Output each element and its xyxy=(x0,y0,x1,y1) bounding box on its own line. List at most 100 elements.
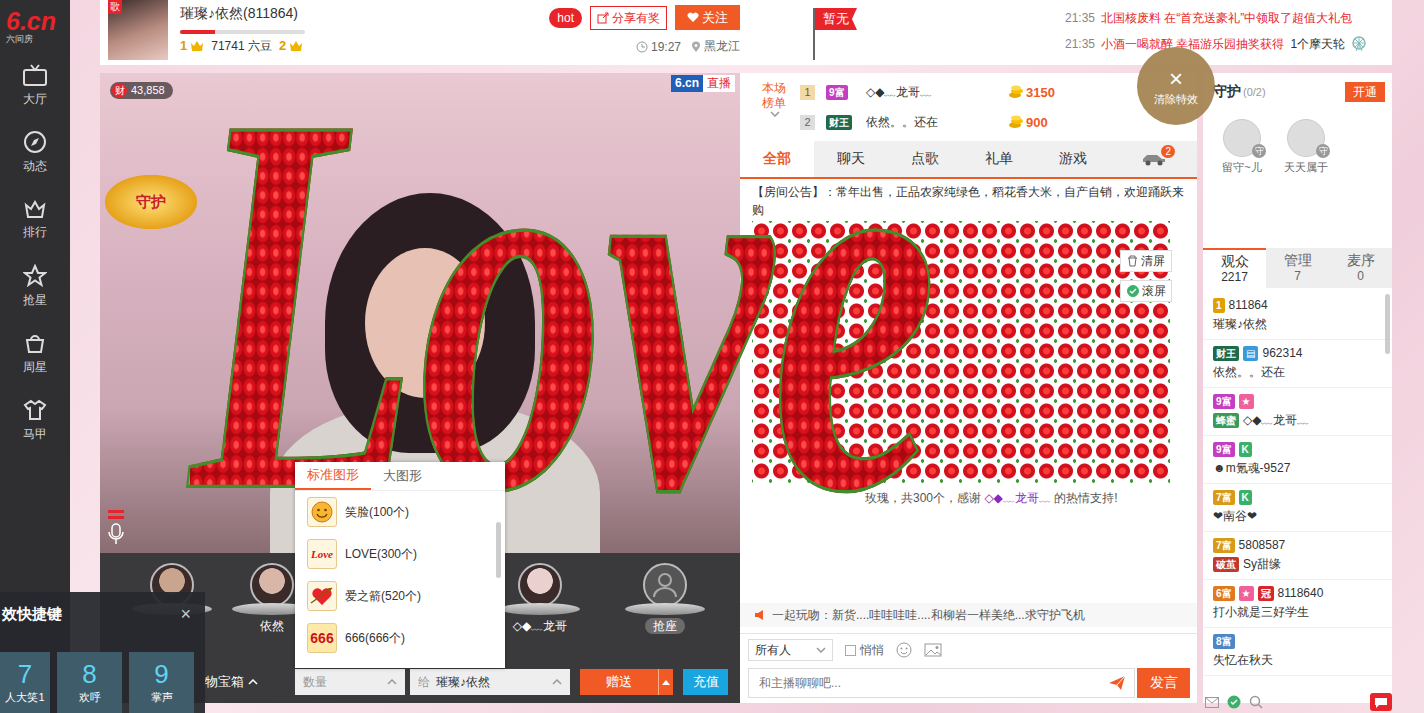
guard-member[interactable]: 守天天属于 xyxy=(1281,119,1331,175)
viewer-badges: 9富K xyxy=(1213,441,1378,457)
news-item[interactable]: 21:35北国核废料 在“首充送豪礼”中领取了超值大礼包 xyxy=(1065,10,1392,26)
viewer-item[interactable]: 7富5808587破茧Sy甜缘 xyxy=(1203,532,1392,580)
seat[interactable]: 抢座 xyxy=(610,553,720,655)
recipient-field[interactable]: 给璀璨♪依然 xyxy=(410,669,570,695)
viewer-item[interactable]: 财王▤962314依然。。还在 xyxy=(1203,340,1392,388)
scrollbar-thumb[interactable] xyxy=(496,522,501,578)
site-logo[interactable]: 6.cn六间房 xyxy=(0,0,70,52)
scroll-lock-label: 滚屏 xyxy=(1142,283,1166,300)
viewer-item[interactable]: 9富K ☻m氪魂-9527 xyxy=(1203,436,1392,484)
member-name: 天天属于 xyxy=(1284,160,1328,175)
close-button[interactable]: × xyxy=(180,604,191,625)
sidebar-item[interactable]: 大厅 xyxy=(0,52,70,119)
gift-box-toggle[interactable]: 物宝箱 xyxy=(205,673,285,691)
audience-tab[interactable]: 观众2217 xyxy=(1203,248,1266,288)
chat-tab[interactable]: 游戏 xyxy=(1036,141,1110,177)
check-icon xyxy=(1127,285,1139,297)
clear-screen-button[interactable]: 清屏 xyxy=(1120,250,1172,272)
sidebar-item[interactable]: 周星 xyxy=(0,320,70,387)
ranking-label[interactable]: 本场榜单 xyxy=(755,73,795,141)
heart-arrow-icon xyxy=(307,581,337,611)
mail-icon[interactable] xyxy=(1205,697,1219,708)
audience-tab[interactable]: 管理7 xyxy=(1266,248,1329,288)
chat-tab[interactable]: 点歌 xyxy=(888,141,962,177)
follow-button[interactable]: 关注 xyxy=(675,5,740,30)
shortcut-key[interactable]: 8欢呼 xyxy=(57,652,122,713)
level-badge: 9富 xyxy=(826,85,848,100)
sidebar-item[interactable]: 马甲 xyxy=(0,387,70,454)
guard-badge[interactable]: 守护 xyxy=(105,175,197,229)
car-tab[interactable]: 2 xyxy=(1141,141,1167,177)
viewer-item[interactable]: 8富失忆在秋天 xyxy=(1203,628,1392,676)
microphone-icon[interactable] xyxy=(105,508,127,548)
paper-plane-icon[interactable] xyxy=(1108,675,1126,691)
chat-bubble-icon[interactable] xyxy=(1370,693,1392,711)
guard-member[interactable]: 守留守~儿 xyxy=(1217,119,1267,175)
shape-item[interactable]: 笑脸(100个) xyxy=(295,491,505,533)
graphic-part xyxy=(1370,693,1392,711)
live-brand: 6.cn直播 xyxy=(671,75,735,92)
viewer-item[interactable]: 9富★蜂蜜◇◆﹏龙哥﹏ xyxy=(1203,388,1392,436)
shape-tab[interactable]: 标准图形 xyxy=(295,462,371,490)
chat-input-box[interactable] xyxy=(748,668,1135,698)
gift-sender[interactable]: ◇◆﹏龙哥﹏ xyxy=(984,491,1050,505)
car-count-badge: 2 xyxy=(1161,145,1175,158)
ranking-row[interactable]: 19富◇◆﹏龙哥﹏3150 xyxy=(800,83,1086,101)
graphic-part xyxy=(23,130,47,154)
checkbox-box[interactable] xyxy=(845,645,856,656)
recharge-button[interactable]: 充值 xyxy=(683,669,728,695)
shape-item[interactable]: LoveLOVE(300个) xyxy=(295,533,505,575)
chat-tab[interactable]: 礼单 xyxy=(962,141,1036,177)
anchor-name[interactable]: 璀璨♪依然(811864) xyxy=(180,4,360,22)
news-item[interactable]: 21:35小酒一喝就醉 幸福游乐园抽奖获得1个摩天轮 xyxy=(1065,36,1392,52)
shortcut-key[interactable]: 9掌声 xyxy=(129,652,194,713)
graphic-part xyxy=(1249,695,1263,709)
send-button[interactable]: 发言 xyxy=(1137,668,1190,698)
share-button[interactable]: 分享有奖 xyxy=(590,6,667,30)
viewer-item[interactable]: 6富★冠8118640打小就是三好学生 xyxy=(1203,580,1392,628)
target-select[interactable]: 所有人 xyxy=(748,639,833,661)
chat-tab[interactable]: 聊天 xyxy=(814,141,888,177)
anchor-avatar[interactable]: 歌 xyxy=(108,0,168,60)
sidebar-item[interactable]: 抢星 xyxy=(0,253,70,320)
promo-line[interactable]: 一起玩吻：新货....哇哇哇哇....和柳岩一样美绝...求守护飞机 xyxy=(740,603,1197,627)
viewer-item[interactable]: 1811864璀璨♪依然 xyxy=(1203,292,1392,340)
shape-item[interactable]: 666666(666个) xyxy=(295,617,505,659)
clear-effects-button[interactable]: ×清除特效 xyxy=(1137,47,1215,125)
chat-input[interactable] xyxy=(757,675,1108,691)
chevron-up-icon xyxy=(552,679,562,685)
shape-item[interactable]: 爱之箭(520个) xyxy=(295,575,505,617)
search-icon[interactable] xyxy=(1249,695,1263,709)
graphic-part xyxy=(654,588,676,597)
graphic-part xyxy=(1251,697,1260,706)
whisper-checkbox[interactable]: 悄悄 xyxy=(845,642,884,659)
viewer-item[interactable]: 7富K❤南谷❤ xyxy=(1203,484,1392,532)
shape-tab[interactable]: 大图形 xyxy=(371,462,434,490)
send-options-button[interactable] xyxy=(658,669,673,695)
graphic-part xyxy=(1375,698,1387,708)
scroll-lock-toggle[interactable]: 滚屏 xyxy=(1120,280,1172,302)
seat-name: 依然 xyxy=(260,618,284,634)
send-gift-button[interactable]: 赠送 xyxy=(580,669,658,695)
sidebar-item[interactable]: 排行 xyxy=(0,186,70,253)
grab-seat-button[interactable]: 抢座 xyxy=(645,618,685,634)
audience-tabs: 观众2217管理7麦序0 xyxy=(1203,248,1392,288)
image-icon[interactable] xyxy=(924,643,942,657)
effect-shortcuts-panel: 效快捷键×7人大笑18欢呼9掌声 xyxy=(0,592,205,713)
quantity-field[interactable]: 数量 xyxy=(295,669,405,695)
check-icon[interactable] xyxy=(1227,695,1241,709)
scrollbar-thumb[interactable] xyxy=(1385,294,1390,354)
sidebar-item[interactable]: 动态 xyxy=(0,119,70,186)
viewer-name-row: ☻m氪魂-9527 xyxy=(1213,460,1378,476)
open-guard-button[interactable]: 开通 xyxy=(1345,82,1385,102)
ranking-row[interactable]: 2财王依然。。还在900 xyxy=(800,113,1086,131)
graphic-part xyxy=(108,516,124,519)
shortcut-key[interactable]: 7人大笑1 xyxy=(0,652,50,713)
chat-tools: 所有人悄悄 xyxy=(748,638,1190,662)
level-badge: 1 xyxy=(1213,298,1225,313)
graphic-part xyxy=(645,565,685,605)
audience-tab[interactable]: 麦序0 xyxy=(1329,248,1392,288)
chat-tab[interactable]: 全部 xyxy=(740,141,814,177)
key-label: 欢呼 xyxy=(79,690,101,705)
emoji-icon[interactable] xyxy=(896,642,912,658)
